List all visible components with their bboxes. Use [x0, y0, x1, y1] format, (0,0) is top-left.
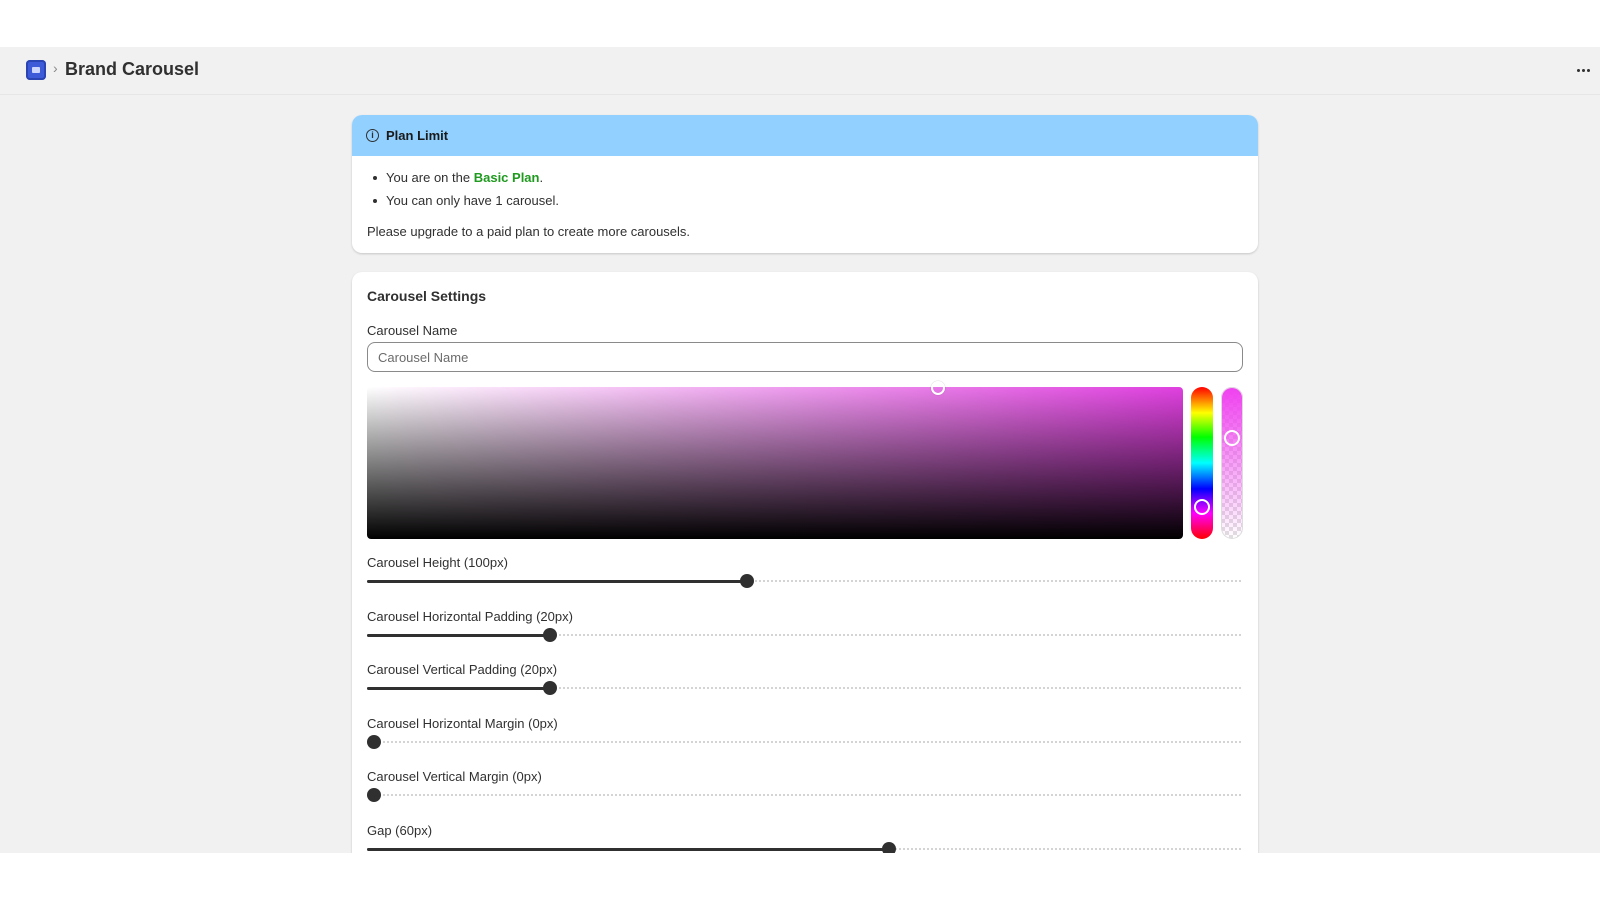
height-slider[interactable]	[367, 574, 1243, 588]
gap-slider[interactable]	[367, 842, 1243, 853]
list-item: You are on the Basic Plan.	[367, 170, 559, 193]
horizontal-margin-slider[interactable]	[367, 735, 1243, 749]
slider-thumb[interactable]	[881, 842, 896, 853]
slider-thumb[interactable]	[367, 788, 381, 802]
more-actions-button[interactable]	[1572, 58, 1596, 82]
slider-label-horizontal-padding: Carousel Horizontal Padding (20px)	[367, 609, 573, 624]
plan-name: Basic Plan	[473, 170, 540, 185]
banner-note: Please upgrade to a paid plan to create …	[367, 224, 691, 239]
saturation-handle[interactable]	[931, 381, 945, 395]
carousel-name-input[interactable]	[367, 342, 1243, 372]
horizontal-padding-slider[interactable]	[367, 628, 1243, 642]
page-title: Brand Carousel	[65, 59, 200, 79]
breadcrumb-separator: ›	[53, 60, 58, 76]
banner-header: i Plan Limit	[352, 115, 1258, 156]
slider-thumb[interactable]	[740, 574, 755, 588]
color-saturation-area[interactable]	[367, 381, 1183, 539]
vertical-padding-slider[interactable]	[367, 681, 1243, 695]
top-bar: › Brand Carousel	[0, 47, 1600, 95]
banner-list: You are on the Basic Plan. You can only …	[367, 170, 559, 216]
slider-label-height: Carousel Height (100px)	[367, 555, 508, 570]
more-horizontal-icon	[1577, 69, 1580, 72]
card-title: Carousel Settings	[367, 288, 487, 304]
plan-limit-banner: i Plan Limit You are on the Basic Plan. …	[352, 115, 1258, 253]
list-item: You can only have 1 carousel.	[367, 193, 559, 216]
slider-label-vertical-margin: Carousel Vertical Margin (0px)	[367, 769, 542, 784]
slider-label-horizontal-margin: Carousel Horizontal Margin (0px)	[367, 716, 558, 731]
slider-thumb[interactable]	[542, 628, 557, 642]
slider-thumb[interactable]	[542, 681, 557, 695]
alpha-handle[interactable]	[1224, 430, 1240, 446]
slider-label-gap: Gap (60px)	[367, 823, 433, 838]
alpha-slider[interactable]	[1221, 387, 1243, 539]
vertical-margin-slider[interactable]	[367, 788, 1243, 802]
hue-handle[interactable]	[1194, 499, 1210, 515]
banner-title: Plan Limit	[386, 128, 449, 143]
app-logo-icon[interactable]	[26, 60, 46, 80]
carousel-name-label: Carousel Name	[367, 323, 458, 338]
info-icon: i	[366, 129, 379, 142]
slider-label-vertical-padding: Carousel Vertical Padding (20px)	[367, 662, 558, 677]
slider-thumb[interactable]	[367, 735, 381, 749]
carousel-settings-card: Carousel Settings Carousel Name Carousel…	[352, 272, 1258, 853]
hue-slider[interactable]	[1191, 387, 1213, 539]
app-frame: › Brand Carousel i Plan Limit You are on…	[0, 47, 1600, 853]
